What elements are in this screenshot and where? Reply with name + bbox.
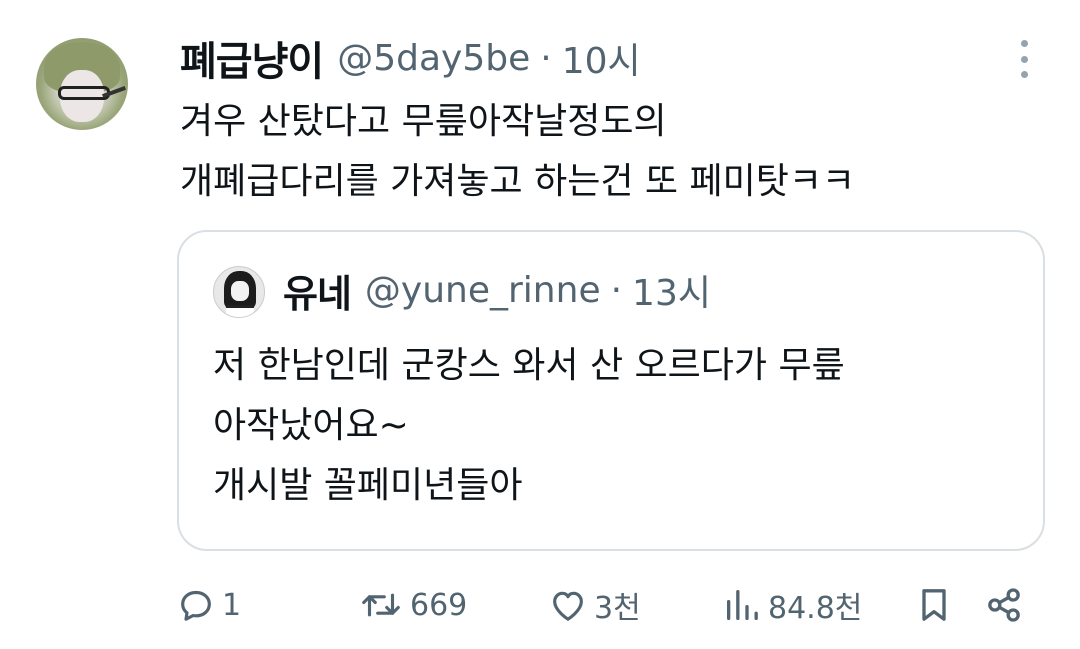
retweet-count: 669 [410,587,468,623]
tweet-text-line: 겨우 산탔다고 무릎아작날정도의 [180,101,667,142]
quote-avatar-face [231,281,249,301]
reply-button[interactable]: 1 [176,580,241,630]
reply-icon [181,590,211,621]
tweet-text-line: 개폐급다리를 가져놓고 하는건 또 페미탓ㅋㅋ [180,161,856,202]
quote-author-handle: @yune_rinne [364,269,601,311]
share-button[interactable] [984,580,1024,630]
author-display-name[interactable]: 폐급냥이 [180,29,324,87]
bookmark-button[interactable] [914,580,954,630]
action-bar: 1 669 3천 84.8천 [176,580,1056,630]
quote-header-separator: · [610,269,623,311]
quote-text-line: 아작났어요~ [213,405,409,446]
retweet-icon [362,593,400,617]
views-button[interactable]: 84.8천 [722,580,862,630]
views-chart-icon [727,590,758,620]
author-handle[interactable]: @5day5be [337,38,530,79]
quote-author-avatar [213,266,265,318]
retweet-button[interactable]: 669 [358,580,467,630]
heart-icon [553,591,583,621]
quote-text-line: 저 한남인데 군캉스 와서 산 오르다가 무릎 [213,345,845,386]
quote-author-display-name: 유네 [283,271,352,316]
views-count: 84.8천 [768,591,863,626]
reply-count: 1 [222,587,242,623]
share-icon [988,588,1020,622]
like-count: 3천 [594,591,641,626]
tweet-timestamp[interactable]: 10시 [562,32,641,84]
more-vertical-icon[interactable] [1012,40,1036,78]
quote-header: 유네 @yune_rinne · 13시 [283,260,711,320]
more-dot [1020,40,1028,47]
quoted-tweet[interactable]: 유네 @yune_rinne · 13시 저 한남인데 군캉스 와서 산 오르다… [177,230,1045,551]
quote-text-line: 개시발 꼴페미년들아 [213,465,523,506]
quote-timestamp: 13시 [632,273,711,314]
quote-avatar-body [226,305,254,317]
author-avatar[interactable] [36,38,128,130]
tweet-header: 폐급냥이 @5day5be · 10시 [180,28,641,88]
header-separator: · [540,37,552,79]
more-dot [1020,71,1028,78]
more-dot [1020,55,1028,63]
bookmark-icon [922,589,946,621]
like-button[interactable]: 3천 [548,580,641,630]
quote-text: 저 한남인데 군캉스 와서 산 오르다가 무릎 아작났어요~ 개시발 꼴페미년들… [213,336,1033,516]
tweet-text: 겨우 산탔다고 무릎아작날정도의 개폐급다리를 가져놓고 하는건 또 페미탓ㅋㅋ [180,92,1060,212]
